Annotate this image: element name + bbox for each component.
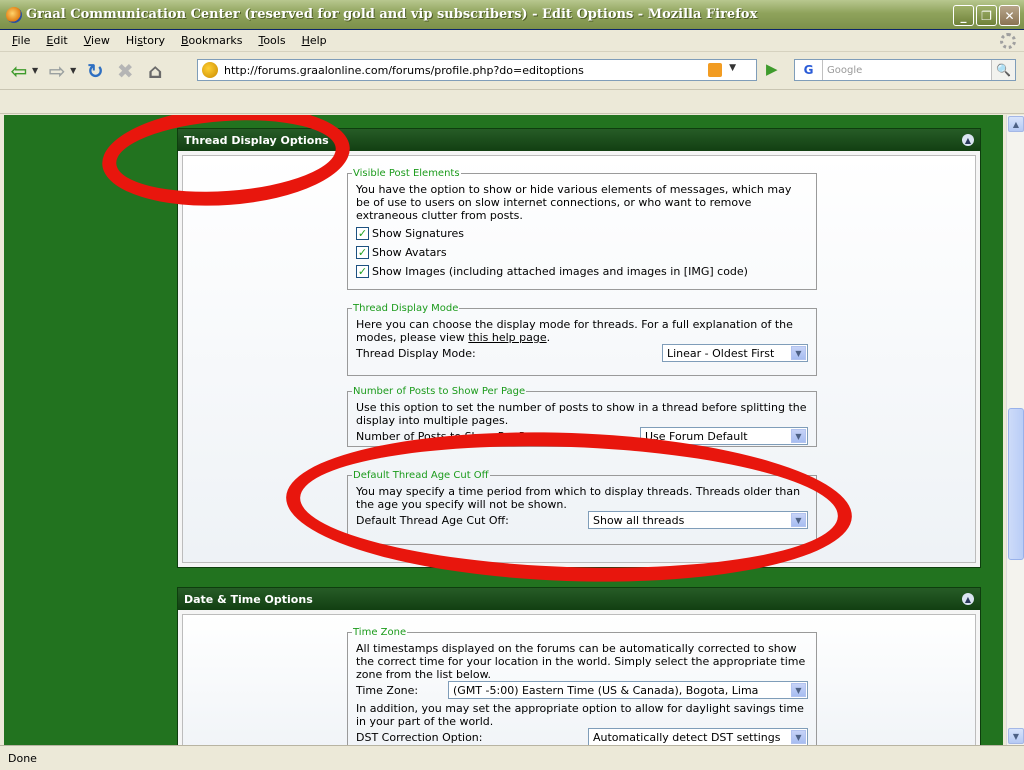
show-images-option[interactable]: ✓ Show Images (including attached images… (356, 263, 808, 279)
field-label: Default Thread Age Cut Off: (356, 513, 509, 527)
menu-view[interactable]: View (76, 34, 118, 47)
search-engine-icon[interactable]: G (795, 60, 823, 80)
show-avatars-checkbox[interactable]: ✓ (356, 245, 369, 259)
posts-per-page-fieldset: Number of Posts to Show Per Page Use thi… (347, 386, 817, 447)
menu-help[interactable]: Help (294, 34, 335, 47)
url-bar[interactable]: http://forums.graalonline.com/forums/pro… (197, 59, 757, 81)
chevron-down-icon[interactable]: ▼ (791, 513, 806, 527)
checkbox-label: Show Signatures (372, 226, 464, 240)
show-images-checkbox[interactable]: ✓ (356, 264, 369, 278)
fieldset-description: Here you can choose the display mode for… (356, 318, 793, 344)
thread-display-options-body: Visible Post Elements You have the optio… (182, 155, 976, 563)
vertical-scrollbar[interactable]: ▲ ▼ (1006, 115, 1024, 745)
menu-history[interactable]: History (118, 34, 173, 47)
status-bar: Done (0, 745, 1024, 770)
menu-tools[interactable]: Tools (250, 34, 293, 47)
go-button[interactable]: ▶ (766, 60, 778, 78)
thread-age-cutoff-row: Default Thread Age Cut Off: Show all thr… (356, 511, 808, 529)
forward-dropdown-icon[interactable]: ▼ (70, 66, 76, 75)
home-button[interactable]: ⌂ (142, 58, 168, 84)
scroll-down-icon[interactable]: ▼ (1008, 728, 1024, 744)
fieldset-legend: Visible Post Elements (353, 168, 460, 179)
page-content: Thread Display Options ▲ Visible Post El… (4, 115, 1003, 745)
thread-age-cutoff-select[interactable]: Show all threads ▼ (588, 511, 808, 529)
fieldset-legend: Thread Display Mode (353, 303, 459, 314)
dst-correction-select[interactable]: Automatically detect DST settings ▼ (588, 728, 808, 745)
time-zone-select[interactable]: (GMT -5:00) Eastern Time (US & Canada), … (448, 681, 808, 699)
reload-button[interactable]: ↻ (82, 58, 108, 84)
chevron-down-icon[interactable]: ▼ (791, 683, 806, 697)
show-signatures-checkbox[interactable]: ✓ (356, 226, 369, 240)
time-zone-fieldset: Time Zone All timestamps displayed on th… (347, 627, 817, 745)
status-text: Done (8, 751, 37, 765)
section-title: Thread Display Options (184, 133, 329, 147)
thread-display-mode-select[interactable]: Linear - Oldest First ▼ (662, 344, 808, 362)
url-history-dropdown-icon[interactable]: ▼ (729, 63, 736, 73)
search-magnifier-icon[interactable]: 🔍 (991, 60, 1015, 80)
collapse-icon[interactable]: ▲ (962, 593, 974, 605)
forward-button[interactable]: ⇨ (44, 58, 70, 84)
maximize-button[interactable]: ❐ (976, 5, 997, 26)
rss-feed-icon[interactable] (708, 63, 722, 77)
fieldset-description: You may specify a time period from which… (356, 485, 801, 511)
close-button[interactable]: ✕ (999, 5, 1020, 26)
fieldset-description: You have the option to show or hide vari… (356, 183, 792, 222)
field-label: Number of Posts to Show Per Page: (356, 429, 550, 443)
thread-display-mode-fieldset: Thread Display Mode Here you can choose … (347, 303, 817, 376)
fieldset-description: All timestamps displayed on the forums c… (356, 642, 806, 681)
window-title-bar[interactable]: Graal Communication Center (reserved for… (0, 0, 1024, 30)
menu-file[interactable]: File (4, 34, 38, 47)
minimize-button[interactable]: _ (953, 5, 974, 26)
thread-display-mode-row: Thread Display Mode: Linear - Oldest Fir… (356, 344, 808, 362)
search-input[interactable]: Google (827, 65, 862, 76)
date-time-options-body: Time Zone All timestamps displayed on th… (182, 614, 976, 745)
window-title: Graal Communication Center (reserved for… (26, 7, 758, 22)
scrollbar-thumb[interactable] (1008, 408, 1024, 560)
dst-description: In addition, you may set the appropriate… (356, 702, 804, 728)
posts-per-page-row: Number of Posts to Show Per Page: Use Fo… (356, 427, 808, 445)
back-button[interactable]: ⇦ (6, 58, 32, 84)
firefox-icon (6, 6, 22, 23)
section-title: Date & Time Options (184, 592, 313, 606)
visible-post-elements-fieldset: Visible Post Elements You have the optio… (347, 168, 817, 290)
throbber-icon (1000, 33, 1016, 49)
fieldset-legend: Number of Posts to Show Per Page (353, 386, 526, 397)
date-time-options-header[interactable]: Date & Time Options ▲ (178, 588, 980, 610)
bookmarks-toolbar (0, 90, 1024, 114)
thread-age-cutoff-fieldset: Default Thread Age Cut Off You may speci… (347, 470, 817, 545)
stop-button[interactable]: ✖ (112, 58, 138, 84)
menu-bookmarks[interactable]: Bookmarks (173, 34, 250, 47)
fieldset-legend: Default Thread Age Cut Off (353, 470, 489, 481)
scroll-up-icon[interactable]: ▲ (1008, 116, 1024, 132)
back-dropdown-icon[interactable]: ▼ (32, 66, 38, 75)
dst-row: DST Correction Option: Automatically det… (356, 728, 808, 745)
show-avatars-option[interactable]: ✓ Show Avatars (356, 244, 808, 260)
date-time-options-section: Date & Time Options ▲ Time Zone All time… (177, 587, 981, 745)
collapse-icon[interactable]: ▲ (962, 134, 974, 146)
field-label: DST Correction Option: (356, 730, 483, 744)
posts-per-page-select[interactable]: Use Forum Default ▼ (640, 427, 808, 445)
checkbox-label: Show Images (including attached images a… (372, 264, 748, 278)
thread-display-options-section: Thread Display Options ▲ Visible Post El… (177, 128, 981, 568)
help-page-link[interactable]: this help page (468, 331, 546, 344)
time-zone-row: Time Zone: (GMT -5:00) Eastern Time (US … (356, 681, 808, 699)
fieldset-description: Use this option to set the number of pos… (356, 401, 807, 427)
url-text[interactable]: http://forums.graalonline.com/forums/pro… (224, 64, 584, 77)
search-bar[interactable]: G Google 🔍 (794, 59, 1016, 81)
chevron-down-icon[interactable]: ▼ (791, 346, 806, 360)
window-controls: _ ❐ ✕ (953, 5, 1020, 26)
menu-bar: File Edit View History Bookmarks Tools H… (0, 30, 1024, 52)
fieldset-legend: Time Zone (353, 627, 407, 638)
thread-display-options-header[interactable]: Thread Display Options ▲ (178, 129, 980, 151)
show-signatures-option[interactable]: ✓ Show Signatures (356, 225, 808, 241)
chevron-down-icon[interactable]: ▼ (791, 730, 806, 744)
site-favicon-icon (202, 62, 218, 78)
field-label: Thread Display Mode: (356, 346, 476, 360)
field-label: Time Zone: (356, 683, 419, 697)
checkbox-label: Show Avatars (372, 245, 447, 259)
chevron-down-icon[interactable]: ▼ (791, 429, 806, 443)
menu-edit[interactable]: Edit (38, 34, 75, 47)
